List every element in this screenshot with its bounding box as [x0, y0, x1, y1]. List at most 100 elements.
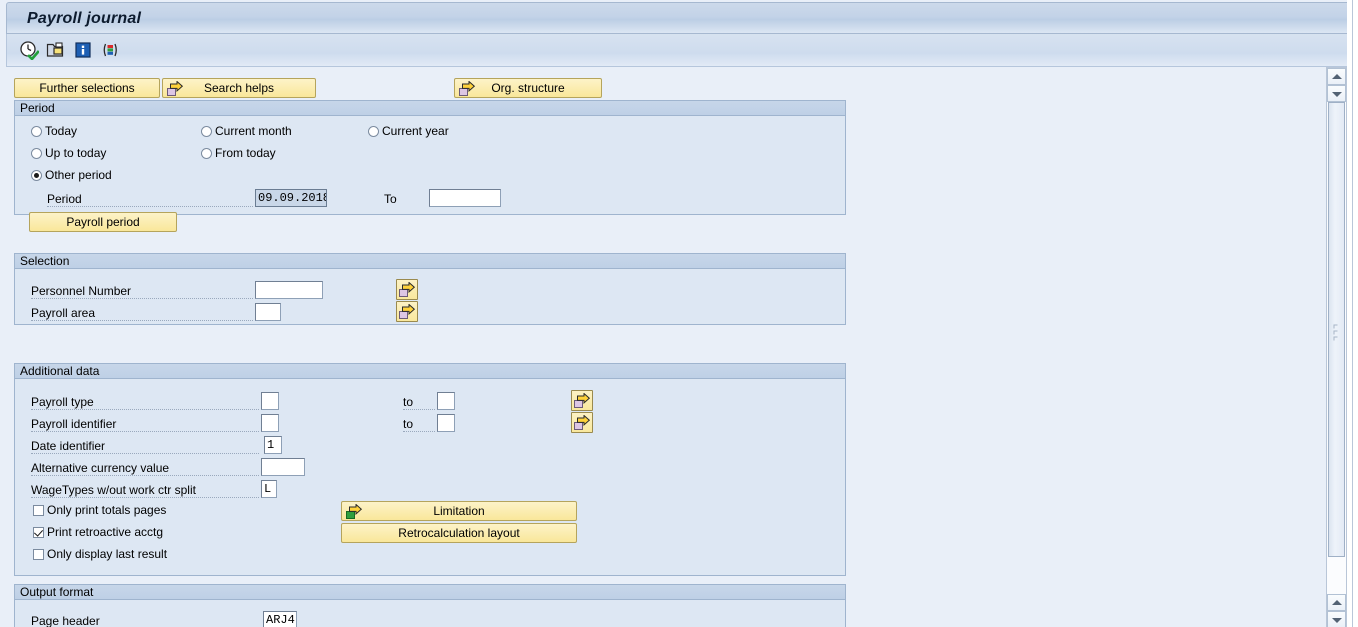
multiple-selection-arrow-icon [574, 415, 590, 430]
radio-other-period-label: Other period [45, 168, 112, 182]
period-date-input[interactable]: 09.09.2018 [255, 189, 327, 207]
retrocalculation-layout-button[interactable]: Retrocalculation layout [341, 523, 577, 543]
color-legend-icon[interactable] [100, 40, 120, 60]
multiple-selection-arrow-icon [574, 393, 590, 408]
payroll-area-input[interactable] [255, 303, 281, 321]
org-structure-label: Org. structure [491, 81, 565, 95]
payroll-identifier-to-input[interactable] [437, 414, 455, 432]
payroll-type-to-input[interactable] [437, 392, 455, 410]
window-title-bar: Payroll journal [6, 2, 1352, 34]
payroll-identifier-to-label: to [403, 417, 435, 432]
personnel-number-input[interactable] [255, 281, 323, 299]
radio-up-to-today-label: Up to today [45, 146, 107, 160]
checkbox-only-print-totals-pages-control[interactable] [33, 505, 44, 516]
selection-screen: Further selections Search helps Org. str… [6, 67, 1332, 627]
payroll-identifier-label: Payroll identifier [31, 417, 259, 432]
limitation-arrow-icon [346, 504, 362, 519]
radio-other-period-control[interactable] [31, 170, 42, 181]
toolbar-icon-group [19, 40, 120, 61]
alternative-currency-label: Alternative currency value [31, 461, 259, 476]
payroll-area-multiple-selection-button[interactable] [396, 301, 418, 322]
personnel-number-multiple-selection-button[interactable] [396, 279, 418, 300]
scroll-down-button[interactable] [1327, 611, 1346, 627]
payroll-type-label: Payroll type [31, 395, 259, 410]
checkbox-only-display-last-result-control[interactable] [33, 549, 44, 560]
selection-group-title: Selection [15, 254, 845, 269]
checkbox-only-display-last-result-label: Only display last result [47, 547, 168, 561]
org-structure-button[interactable]: Org. structure [454, 78, 602, 98]
output-format-group: Output format Page header ARJ4 [14, 584, 846, 627]
scroll-track[interactable] [1327, 102, 1346, 594]
info-icon[interactable] [73, 40, 93, 60]
radio-other-period[interactable]: Other period [31, 169, 112, 182]
additional-data-group: Additional data Payroll type to Payroll … [14, 363, 846, 576]
window-border-line [1352, 0, 1353, 627]
payroll-type-multiple-selection-button[interactable] [571, 390, 593, 411]
wagetypes-without-work-center-split-label: WageTypes w/out work ctr split [31, 483, 259, 498]
multiple-selection-arrow-icon [399, 282, 415, 297]
alternative-currency-input[interactable] [261, 458, 305, 476]
page-header-label: Page header [31, 614, 259, 627]
payroll-area-label: Payroll area [31, 306, 253, 321]
retrocalculation-layout-label: Retrocalculation layout [398, 526, 520, 540]
radio-today-control[interactable] [31, 126, 42, 137]
checkbox-only-print-totals-pages[interactable]: Only print totals pages [33, 504, 166, 517]
radio-today-label: Today [45, 124, 78, 138]
search-helps-label: Search helps [203, 81, 275, 95]
search-helps-button[interactable]: Search helps [162, 78, 316, 98]
payroll-period-button[interactable]: Payroll period [29, 212, 177, 232]
additional-data-group-title: Additional data [15, 364, 845, 379]
selection-group: Selection Personnel Number Payroll area [14, 253, 846, 325]
radio-from-today-control[interactable] [201, 148, 212, 159]
scroll-up-button-bottom[interactable] [1327, 594, 1346, 611]
period-to-input[interactable] [429, 189, 501, 207]
copy-variant-icon[interactable] [46, 40, 66, 60]
scroll-thumb[interactable] [1328, 102, 1345, 557]
payroll-type-to-label: to [403, 395, 435, 410]
inner-vertical-scrollbar[interactable] [1326, 67, 1347, 627]
scroll-up-button[interactable] [1327, 68, 1346, 85]
radio-from-today[interactable]: From today [201, 147, 276, 160]
checkbox-only-display-last-result[interactable]: Only display last result [33, 548, 167, 561]
radio-current-year-label: Current year [382, 124, 449, 138]
radio-from-today-label: From today [215, 146, 276, 160]
radio-current-month-label: Current month [215, 124, 292, 138]
radio-current-year-control[interactable] [368, 126, 379, 137]
radio-today[interactable]: Today [31, 125, 77, 138]
radio-up-to-today-control[interactable] [31, 148, 42, 159]
sap-payroll-journal-window: Payroll journal Further selections Searc… [0, 0, 1358, 627]
radio-current-month[interactable]: Current month [201, 125, 292, 138]
scroll-thumb-grip-icon [1333, 324, 1340, 340]
payroll-identifier-multiple-selection-button[interactable] [571, 412, 593, 433]
period-field-label: Period [47, 192, 253, 207]
payroll-type-input[interactable] [261, 392, 279, 410]
limitation-label: Limitation [433, 504, 485, 518]
radio-current-month-control[interactable] [201, 126, 212, 137]
further-selections-button[interactable]: Further selections [14, 78, 160, 98]
checkbox-only-print-totals-pages-label: Only print totals pages [47, 503, 167, 517]
wagetypes-without-work-center-split-input[interactable]: L [261, 480, 277, 498]
payroll-period-label: Payroll period [66, 215, 140, 229]
page-title: Payroll journal [27, 10, 142, 27]
scroll-down-button-top[interactable] [1327, 85, 1346, 102]
execute-clock-icon[interactable] [19, 40, 40, 61]
payroll-identifier-input[interactable] [261, 414, 279, 432]
radio-current-year[interactable]: Current year [368, 125, 449, 138]
date-identifier-label: Date identifier [31, 439, 259, 454]
date-identifier-input[interactable]: 1 [264, 436, 282, 454]
page-header-input[interactable]: ARJ4 [263, 611, 297, 627]
period-to-label: To [384, 192, 397, 206]
search-helps-arrow-icon [167, 81, 183, 96]
checkbox-print-retroactive-acctg-control[interactable] [33, 527, 44, 538]
checkbox-print-retroactive-acctg-label: Print retroactive acctg [47, 525, 164, 539]
personnel-number-label: Personnel Number [31, 284, 253, 299]
further-selections-label: Further selections [39, 81, 135, 95]
period-group: Period Today Current month Current year … [14, 100, 846, 232]
period-group-title: Period [15, 101, 845, 116]
radio-up-to-today[interactable]: Up to today [31, 147, 106, 160]
multiple-selection-arrow-icon [399, 304, 415, 319]
limitation-button[interactable]: Limitation [341, 501, 577, 521]
application-toolbar: © www.tutorialkart.com [6, 34, 1352, 96]
checkbox-print-retroactive-acctg[interactable]: Print retroactive acctg [33, 526, 163, 539]
output-format-group-title: Output format [15, 585, 845, 600]
